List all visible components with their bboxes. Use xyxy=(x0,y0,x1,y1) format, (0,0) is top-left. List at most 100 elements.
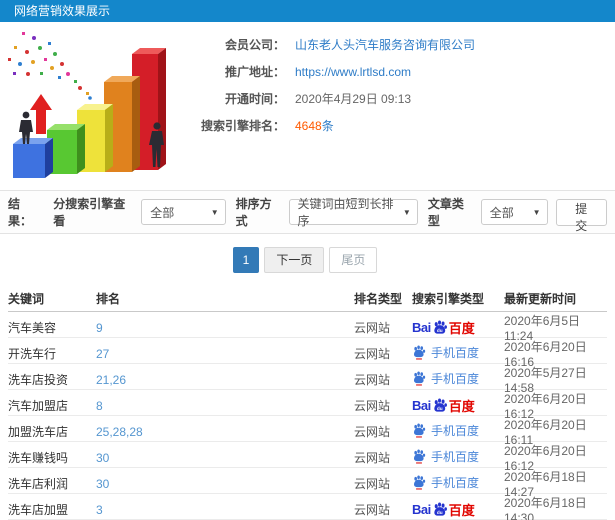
header-keyword: 关键词 xyxy=(8,291,45,306)
article-type-select[interactable]: 全部 ▼ xyxy=(480,199,548,225)
table-row: 洗车赚钱吗 30 云网站 手机百度 2020年6月20日 16:12 xyxy=(8,442,607,473)
rank-type-cell: 云网站 xyxy=(354,477,391,491)
type-filter-label: 文章类型 xyxy=(427,197,464,228)
baidu-mobile-logo: 手机百度 xyxy=(412,448,479,465)
keyword-cell: 洗车店投资 xyxy=(8,373,69,387)
rank-link[interactable]: 21,26 xyxy=(96,373,354,387)
rank-link[interactable]: 30 xyxy=(96,451,354,465)
chevron-down-icon: ▼ xyxy=(532,207,541,217)
rank-type-cell: 云网站 xyxy=(354,425,391,439)
engine-rank-label: 搜索引擎排名： xyxy=(200,119,285,133)
page-1-button[interactable]: 1 xyxy=(232,247,260,273)
results-label: 结果： xyxy=(8,197,33,228)
table-row: 洗车店投资 21,26 云网站 手机百度 2020年5月27日 14:58 xyxy=(8,364,607,395)
mobile-baidu-paw-icon xyxy=(414,371,426,386)
up-arrow-icon xyxy=(30,94,52,134)
table-row: 洗车店加盟 3 云网站 Bai du 百度 2020年6月18日 14:30 xyxy=(8,494,607,520)
baidu-paw-icon: du xyxy=(434,502,447,516)
engine-cell: 手机百度 xyxy=(412,448,504,467)
next-page-button[interactable]: 下一页 xyxy=(264,247,325,273)
company-label: 会员公司： xyxy=(224,38,285,52)
baidu-mobile-logo: 手机百度 xyxy=(412,474,479,491)
rank-link[interactable]: 3 xyxy=(96,503,354,517)
rank-link[interactable]: 27 xyxy=(96,347,354,361)
company-row: 会员公司： 山东老人头汽车服务咨询有限公司 xyxy=(185,36,615,53)
confetti-dots xyxy=(8,32,92,100)
keyword-cell: 汽车美容 xyxy=(8,321,57,335)
pagination: 1 下一页 尾页 xyxy=(0,247,615,273)
rank-link[interactable]: 25,28,28 xyxy=(96,425,354,439)
chevron-down-icon: ▼ xyxy=(402,207,411,217)
open-time-row: 开通时间： 2020年4月29日 09:13 xyxy=(185,90,615,107)
promo-url-row: 推广地址： https://www.lrtlsd.com xyxy=(185,63,615,80)
rank-link[interactable]: 30 xyxy=(96,477,354,491)
rank-link[interactable]: 8 xyxy=(96,399,354,413)
page-title: 网络营销效果展示 xyxy=(14,4,111,18)
sort-select-value: 关键词由短到长排序 xyxy=(297,197,394,228)
promo-url-link[interactable]: https://www.lrtlsd.com xyxy=(295,65,411,79)
table-header-row: 关键词 排名 排名类型 搜索引擎类型 最新更新时间 xyxy=(8,285,607,312)
keyword-cell: 洗车店加盟 xyxy=(8,503,69,517)
keyword-cell: 洗车赚钱吗 xyxy=(8,451,69,465)
last-page-button[interactable]: 尾页 xyxy=(329,247,378,273)
mobile-baidu-paw-icon xyxy=(414,423,426,438)
sort-filter-label: 排序方式 xyxy=(235,197,272,228)
table-row: 汽车美容 9 云网站 Bai du 百度 2020年6月5日 11:24 xyxy=(8,312,607,343)
keyword-cell: 洗车店利润 xyxy=(8,477,69,491)
rank-type-cell: 云网站 xyxy=(354,373,391,387)
baidu-mobile-logo: 手机百度 xyxy=(412,344,479,361)
table-row: 开洗车行 27 云网站 手机百度 2020年6月20日 16:16 xyxy=(8,338,607,369)
engine-cell: 手机百度 xyxy=(412,422,504,441)
rank-type-cell: 云网站 xyxy=(354,399,391,413)
engine-select[interactable]: 全部 ▼ xyxy=(141,199,226,225)
engine-cell: 手机百度 xyxy=(412,344,504,363)
engine-cell: Bai du 百度 xyxy=(412,318,504,337)
chevron-down-icon: ▼ xyxy=(210,207,219,217)
rank-unit: 条 xyxy=(321,119,334,133)
header-update-time: 最新更新时间 xyxy=(504,291,577,306)
info-section: 会员公司： 山东老人头汽车服务咨询有限公司 推广地址： https://www.… xyxy=(0,22,615,190)
engine-cell: Bai du 百度 xyxy=(412,396,504,415)
promo-url-label: 推广地址： xyxy=(224,65,285,79)
baidu-paw-icon: du xyxy=(434,398,447,412)
engine-cell: Bai du 百度 xyxy=(412,500,504,519)
page-title-bar: 网络营销效果展示 xyxy=(0,0,615,22)
engine-filter-label: 分搜索引擎查看 xyxy=(53,197,126,228)
article-type-select-value: 全部 xyxy=(489,205,514,220)
mobile-baidu-paw-icon xyxy=(414,345,426,360)
header-rank: 排名 xyxy=(96,291,121,306)
keyword-cell: 加盟洗车店 xyxy=(8,425,69,439)
svg-text:du: du xyxy=(437,328,443,333)
account-info: 会员公司： 山东老人头汽车服务咨询有限公司 推广地址： https://www.… xyxy=(185,22,615,190)
svg-text:du: du xyxy=(437,510,443,515)
open-time-value: 2020年4月29日 09:13 xyxy=(295,92,412,106)
ranking-table: 关键词 排名 排名类型 搜索引擎类型 最新更新时间 汽车美容 9 云网站 Bai… xyxy=(0,285,615,520)
baidu-paw-icon: du xyxy=(434,320,447,334)
rank-type-cell: 云网站 xyxy=(354,451,391,465)
sort-select[interactable]: 关键词由短到长排序 ▼ xyxy=(288,197,418,228)
company-link[interactable]: 山东老人头汽车服务咨询有限公司 xyxy=(295,36,475,53)
baidu-logo: Bai du 百度 xyxy=(412,320,475,336)
engine-rank-value: 4648条 xyxy=(295,117,334,134)
header-engine-type: 搜索引擎类型 xyxy=(412,291,485,306)
mobile-baidu-paw-icon xyxy=(414,475,426,490)
engine-cell: 手机百度 xyxy=(412,474,504,493)
rank-count: 4648 xyxy=(295,119,322,133)
keyword-cell: 开洗车行 xyxy=(8,347,57,361)
rank-type-cell: 云网站 xyxy=(354,347,391,361)
mobile-baidu-paw-icon xyxy=(414,449,426,464)
engine-cell: 手机百度 xyxy=(412,370,504,389)
rank-type-cell: 云网站 xyxy=(354,321,391,335)
open-time-label: 开通时间： xyxy=(224,92,285,106)
baidu-logo: Bai du 百度 xyxy=(412,502,475,518)
table-row: 加盟洗车店 25,28,28 云网站 手机百度 2020年6月20日 16:11 xyxy=(8,416,607,447)
table-row: 汽车加盟店 8 云网站 Bai du 百度 2020年6月20日 16:12 xyxy=(8,390,607,421)
bar-chart-illustration xyxy=(8,32,166,178)
rank-link[interactable]: 9 xyxy=(96,321,354,335)
table-body: 汽车美容 9 云网站 Bai du 百度 2020年6月5日 11:24 开洗车… xyxy=(8,312,607,520)
baidu-mobile-logo: 手机百度 xyxy=(412,422,479,439)
engine-rank-row: 搜索引擎排名： 4648条 xyxy=(185,117,615,134)
filter-bar: 结果： 分搜索引擎查看 全部 ▼ 排序方式 关键词由短到长排序 ▼ 文章类型 全… xyxy=(0,190,615,234)
bar-blue xyxy=(13,138,53,178)
submit-button[interactable]: 提交 xyxy=(555,198,607,233)
